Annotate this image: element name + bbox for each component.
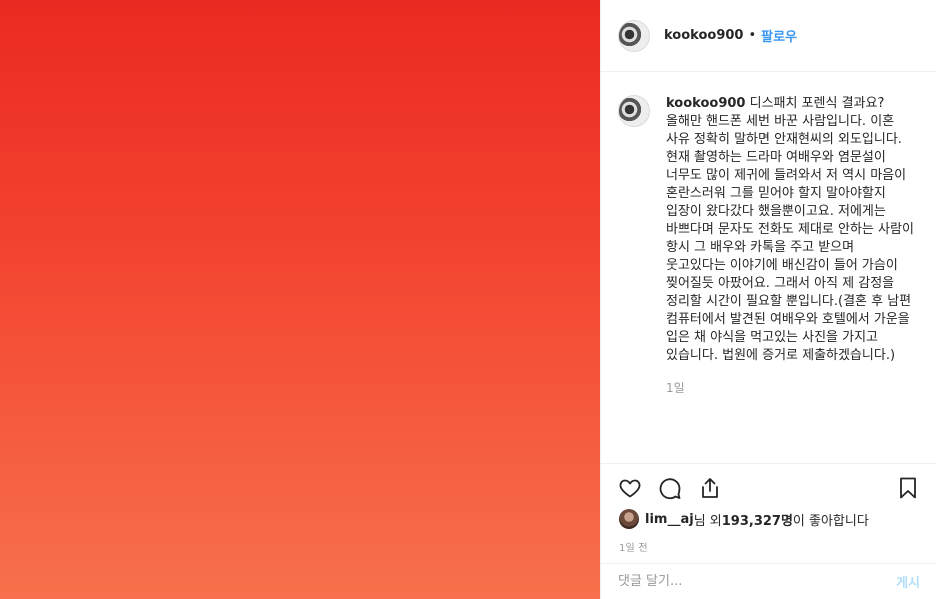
share-button[interactable]	[697, 475, 723, 501]
likes-suffix: 이 좋아합니다	[792, 513, 869, 529]
post-image[interactable]	[0, 0, 600, 599]
likes-count[interactable]: 193,327명	[722, 510, 793, 529]
share-icon	[702, 477, 718, 498]
caption: kookoo900 디스패치 포렌식 결과요? 올해만 핸드폰 세번 바꾼 사람…	[618, 95, 924, 397]
comment-icon	[659, 477, 681, 499]
bookmark-icon	[900, 477, 916, 498]
author-avatar[interactable]	[618, 19, 650, 52]
author-username[interactable]: kookoo900	[664, 28, 743, 43]
caption-text: kookoo900 디스패치 포렌식 결과요? 올해만 핸드폰 세번 바꾼 사람…	[666, 95, 916, 365]
post-side-panel: kookoo900 • 팔로우 kookoo900 디스패치 포렌식 결과요? …	[600, 0, 936, 599]
save-button[interactable]	[895, 475, 921, 501]
comment-button[interactable]	[657, 475, 683, 501]
caption-time: 1일	[666, 381, 685, 395]
caption-content: 디스패치 포렌식 결과요? 올해만 핸드폰 세번 바꾼 사람입니다. 이혼 사유…	[666, 96, 914, 363]
caption-avatar[interactable]	[618, 95, 650, 127]
likes-middle: 님 외	[693, 513, 722, 529]
post-header: kookoo900 • 팔로우	[601, 0, 936, 72]
like-button[interactable]	[617, 475, 643, 501]
likes-summary[interactable]: lim__aj 님 외 193,327명 이 좋아합니다	[619, 509, 869, 529]
heart-icon	[619, 479, 641, 497]
caption-body: kookoo900 디스패치 포렌식 결과요? 올해만 핸드폰 세번 바꾼 사람…	[666, 95, 916, 397]
comment-bar: 게시	[601, 563, 936, 599]
caption-username[interactable]: kookoo900	[666, 96, 745, 111]
separator-dot: •	[748, 28, 757, 43]
liker-avatar[interactable]	[619, 509, 639, 529]
follow-button[interactable]: 팔로우	[761, 26, 797, 45]
posted-time: 1일 전	[619, 543, 648, 554]
comment-input[interactable]	[618, 574, 897, 589]
action-bar	[601, 463, 936, 511]
post-comment-button[interactable]: 게시	[896, 572, 920, 591]
liker-username[interactable]: lim__aj	[645, 512, 694, 527]
